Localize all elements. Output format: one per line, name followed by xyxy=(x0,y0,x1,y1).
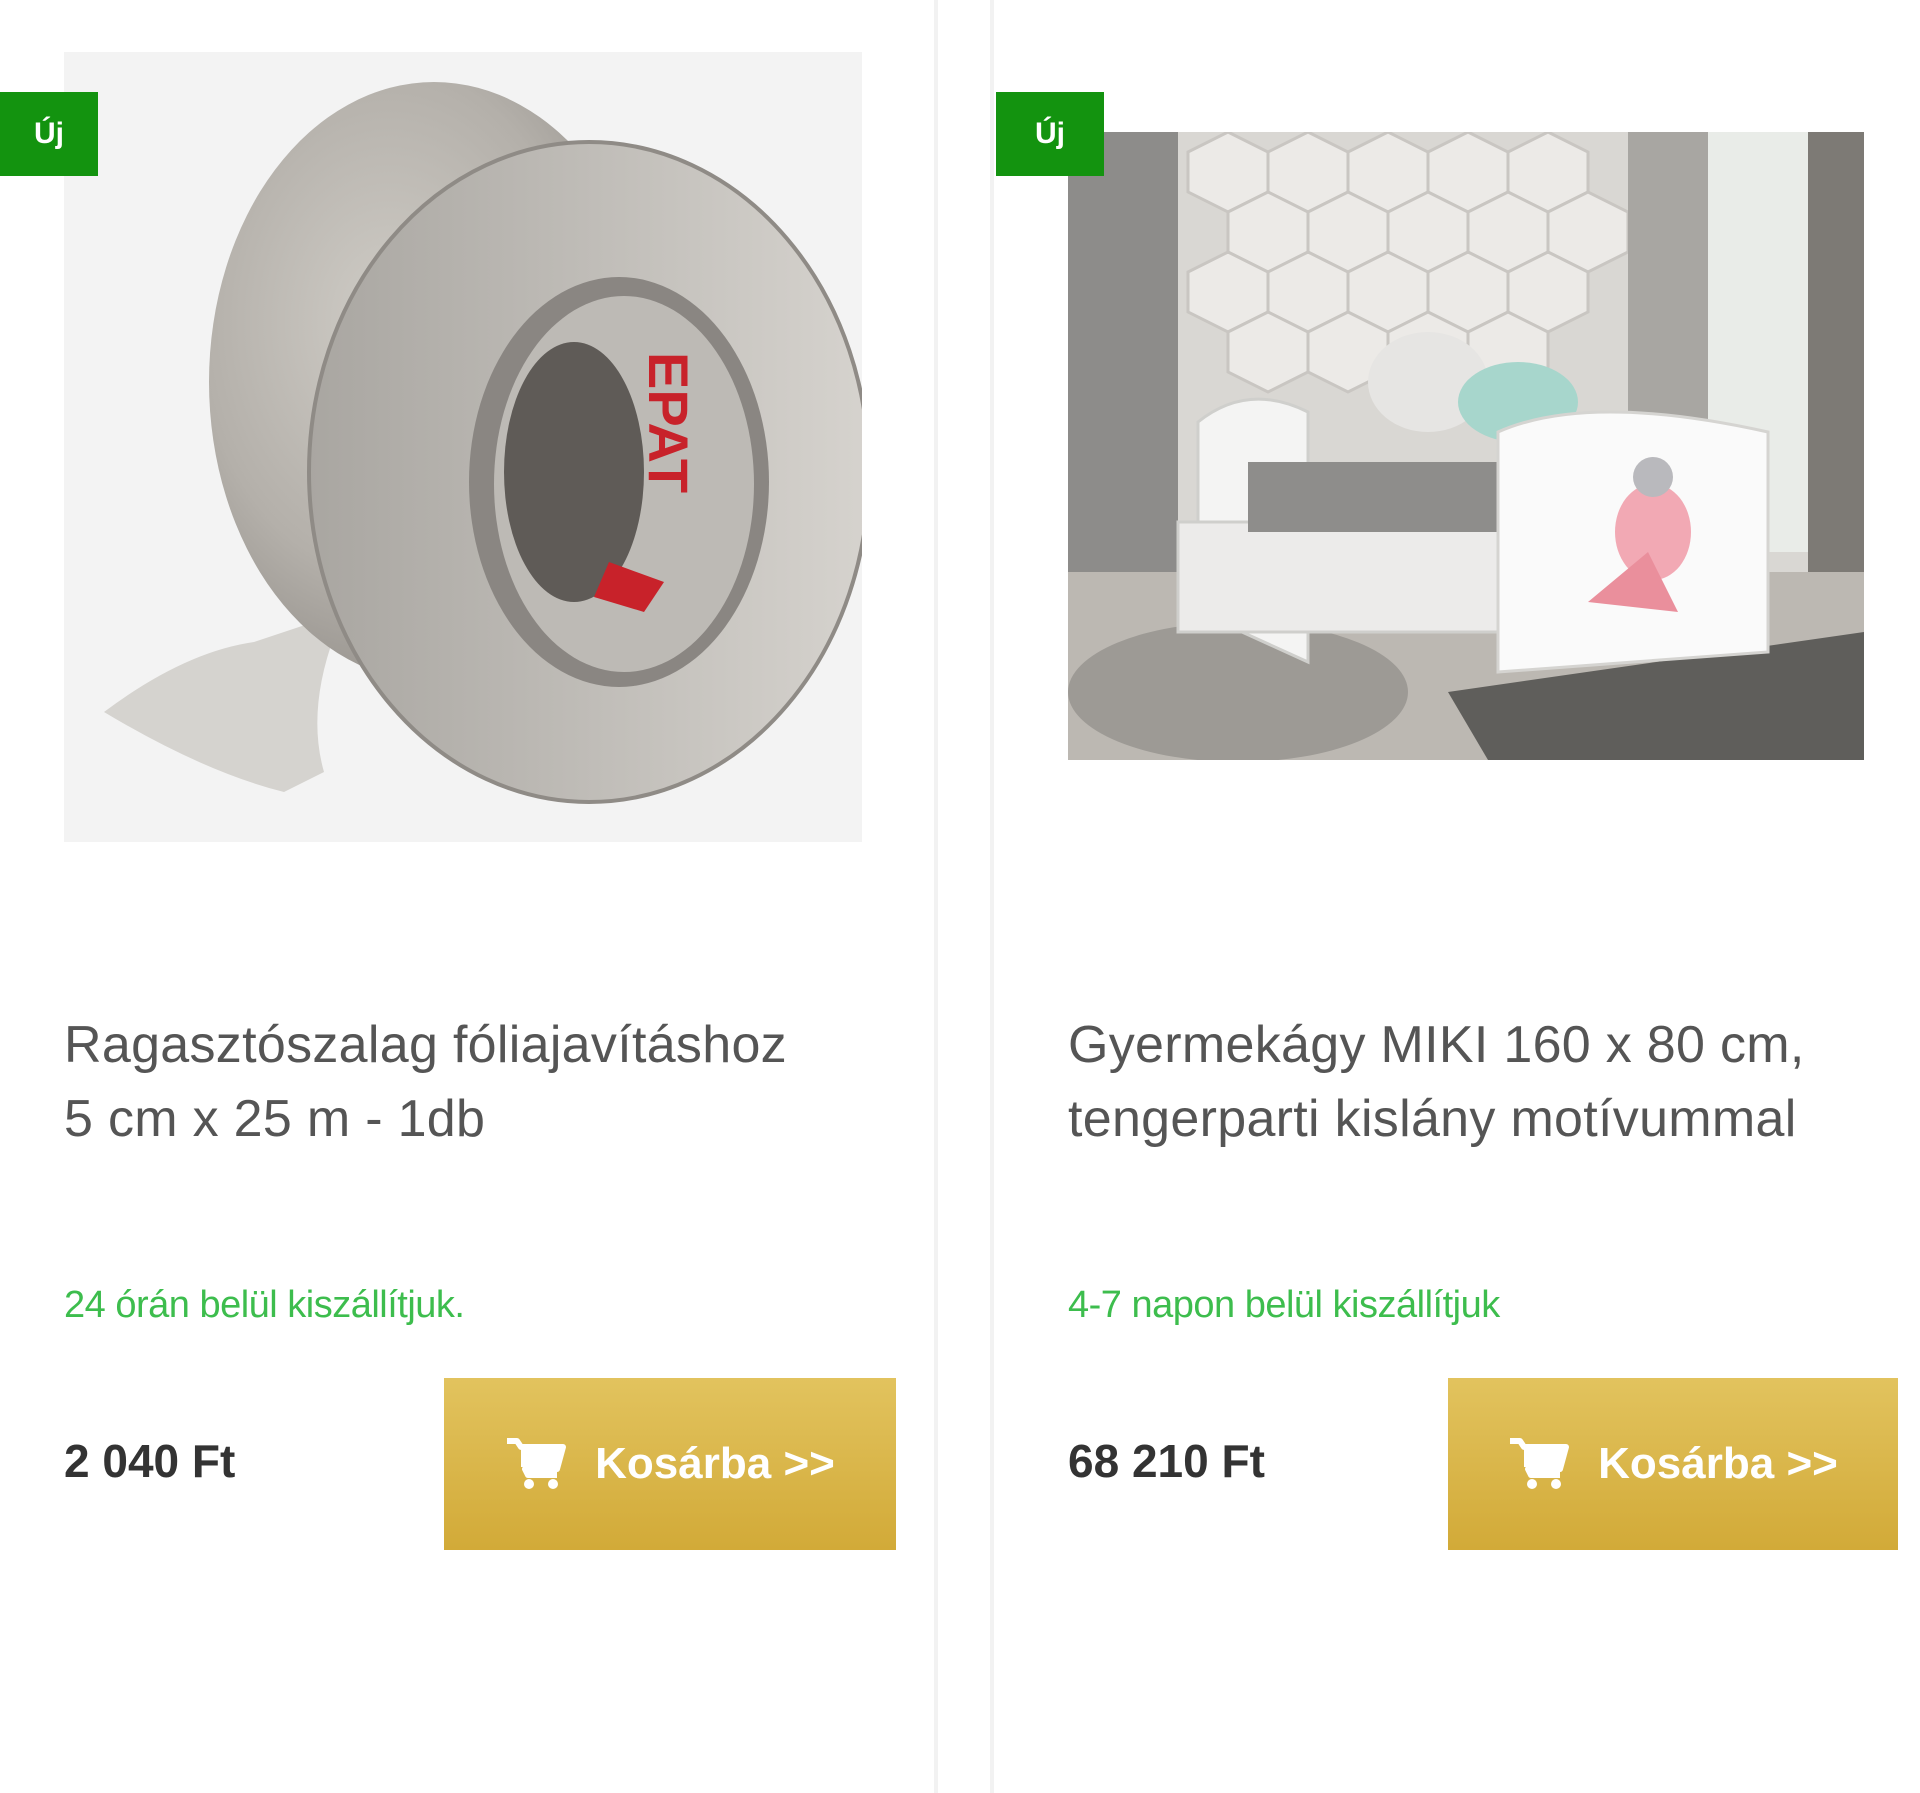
column-divider xyxy=(990,0,994,1793)
product-price: 2 040 Ft xyxy=(64,1435,236,1487)
product-card: EPAT Új Ragasztószalag fóliajavításhoz 5… xyxy=(0,0,930,1793)
product-image-kids-bed[interactable] xyxy=(1068,132,1864,760)
tape-brand-logo: EPAT xyxy=(637,352,700,493)
column-divider xyxy=(934,0,938,1793)
delivery-info: 4-7 napon belül kiszállítjuk xyxy=(1068,1284,1500,1326)
shopping-cart-icon xyxy=(1508,1437,1570,1491)
add-to-cart-label: Kosárba >> xyxy=(1598,1439,1838,1488)
delivery-info: 24 órán belül kiszállítjuk. xyxy=(64,1284,465,1326)
product-title-line: 5 cm x 25 m - 1db xyxy=(64,1090,486,1148)
product-card: Új Gyermekágy MIKI 160 x 80 cm, tengerpa… xyxy=(996,0,1920,1793)
product-title-line: Ragasztószalag fóliajavításhoz xyxy=(64,1016,787,1074)
product-title[interactable]: Ragasztószalag fóliajavításhoz 5 cm x 25… xyxy=(64,1008,884,1156)
product-title[interactable]: Gyermekágy MIKI 160 x 80 cm, tengerparti… xyxy=(1068,1008,1908,1156)
new-badge: Új xyxy=(996,92,1104,176)
add-to-cart-button[interactable]: Kosárba >> xyxy=(1448,1378,1898,1550)
product-title-line: tengerparti kislány motívummal xyxy=(1068,1090,1797,1148)
new-badge: Új xyxy=(0,92,98,176)
add-to-cart-button[interactable]: Kosárba >> xyxy=(444,1378,896,1550)
add-to-cart-label: Kosárba >> xyxy=(595,1439,835,1488)
product-title-line: Gyermekágy MIKI 160 x 80 cm, xyxy=(1068,1016,1805,1074)
product-price: 68 210 Ft xyxy=(1068,1435,1265,1487)
product-image-tape-roll[interactable]: EPAT xyxy=(64,52,862,842)
shopping-cart-icon xyxy=(505,1437,567,1491)
